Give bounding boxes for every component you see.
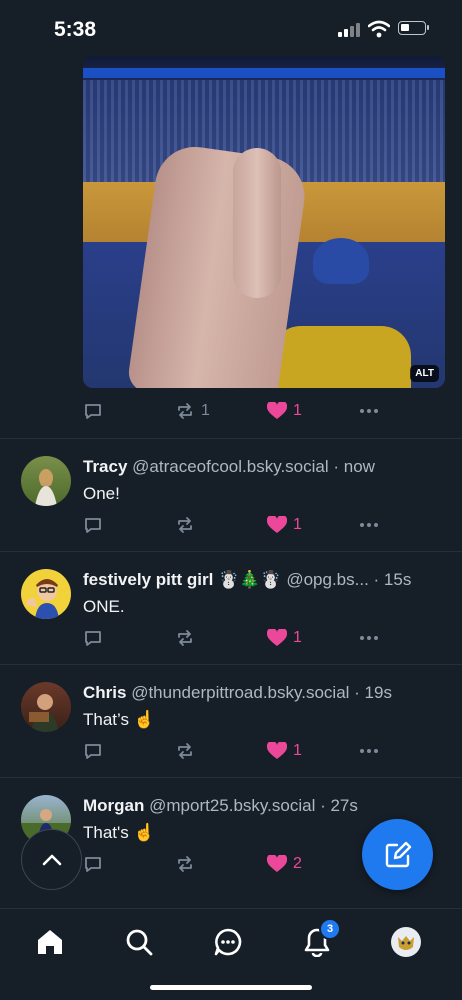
search-icon — [126, 929, 153, 956]
repost-button[interactable] — [175, 513, 195, 537]
avatar[interactable] — [21, 569, 71, 619]
repost-button[interactable] — [175, 626, 195, 650]
heart-icon — [267, 629, 287, 646]
repost-icon — [178, 403, 192, 419]
post-header: Morgan @mport25.bsky.social · 27s — [83, 796, 423, 816]
reply-button[interactable] — [83, 399, 103, 423]
heart-icon — [267, 855, 287, 872]
avatar[interactable] — [21, 682, 71, 732]
nav-home[interactable] — [34, 926, 66, 958]
more-icon — [360, 523, 378, 527]
handle[interactable]: @thunderpittroad.bsky.social — [131, 683, 349, 702]
home-indicator — [150, 985, 312, 990]
more-button[interactable] — [359, 513, 379, 537]
repost-icon — [178, 517, 192, 533]
like-button[interactable]: 1 — [267, 399, 302, 423]
like-button[interactable]: 1 — [267, 513, 302, 537]
post-actions: 1 — [83, 626, 383, 650]
like-count: 1 — [293, 516, 302, 533]
profile-avatar — [391, 927, 421, 957]
reply-button[interactable] — [83, 852, 103, 876]
post-text: One! — [83, 484, 120, 503]
battery-icon — [398, 21, 429, 35]
repost-icon — [178, 630, 192, 646]
repost-button[interactable]: 1 — [175, 399, 210, 423]
post-time: · 15s — [373, 570, 412, 589]
reply-icon — [85, 404, 101, 419]
like-count: 1 — [293, 402, 302, 419]
post-header: festively pitt girl ☃️🎄☃️ @opg.bs... · 1… — [83, 570, 423, 590]
scroll-up-icon — [42, 854, 61, 865]
reply-post[interactable]: Tracy @atraceofcool.bsky.social · now On… — [0, 438, 462, 551]
reply-post[interactable]: festively pitt girl ☃️🎄☃️ @opg.bs... · 1… — [0, 551, 462, 664]
repost-icon — [178, 856, 192, 872]
notifications-badge: 3 — [319, 918, 341, 940]
repost-icon — [178, 743, 192, 759]
reply-icon — [85, 744, 101, 759]
handle[interactable]: @atraceofcool.bsky.social — [132, 457, 328, 476]
reply-post[interactable]: Chris @thunderpittroad.bsky.social · 19s… — [0, 664, 462, 777]
more-icon — [360, 409, 378, 413]
reply-button[interactable] — [83, 626, 103, 650]
like-count: 1 — [293, 742, 302, 759]
scroll-to-top-button[interactable] — [21, 829, 82, 890]
display-name[interactable]: Chris — [83, 683, 126, 702]
post-image[interactable]: ALT — [83, 56, 445, 388]
reply-icon — [85, 631, 101, 646]
more-icon — [360, 636, 378, 640]
display-name[interactable]: Morgan — [83, 796, 144, 815]
compose-icon — [385, 841, 411, 867]
nav-profile[interactable] — [390, 926, 422, 958]
compose-button[interactable] — [362, 819, 433, 890]
signal-icon — [338, 23, 362, 37]
post-time: · 19s — [354, 683, 392, 702]
reply-icon — [85, 857, 101, 872]
heart-icon — [267, 742, 287, 759]
more-button[interactable] — [359, 626, 379, 650]
like-count: 2 — [293, 855, 302, 872]
display-name[interactable]: Tracy — [83, 457, 127, 476]
chat-icon — [214, 928, 242, 956]
more-button[interactable] — [359, 739, 379, 763]
nav-chat[interactable] — [212, 926, 244, 958]
post-text: That's ☝️ — [83, 823, 155, 842]
like-button[interactable]: 2 — [267, 852, 302, 876]
wifi-icon — [368, 20, 390, 38]
repost-button[interactable] — [175, 739, 195, 763]
avatar[interactable] — [21, 456, 71, 506]
post-actions: 1 — [83, 513, 383, 537]
home-icon — [38, 930, 62, 954]
heart-icon — [267, 516, 287, 533]
alt-badge[interactable]: ALT — [410, 365, 439, 382]
status-bar: 5:38 — [0, 0, 462, 56]
post-text: ONE. — [83, 597, 125, 616]
post-actions: 1 — [83, 739, 383, 763]
repost-count: 1 — [201, 402, 210, 419]
like-button[interactable]: 1 — [267, 626, 302, 650]
status-time: 5:38 — [54, 18, 97, 41]
heart-icon — [267, 402, 287, 419]
post-time: · 27s — [320, 796, 358, 815]
post-time: · now — [333, 457, 375, 476]
top-post-actions: 1 1 — [83, 399, 383, 423]
post-actions: 2 — [83, 852, 383, 876]
reply-icon — [85, 518, 101, 533]
more-icon — [360, 749, 378, 753]
reply-button[interactable] — [83, 739, 103, 763]
display-name[interactable]: festively pitt girl ☃️🎄☃️ — [83, 570, 282, 589]
handle[interactable]: @opg.bs... — [286, 570, 368, 589]
post-text: That’s ☝️ — [83, 710, 155, 729]
more-button[interactable] — [359, 399, 379, 423]
like-count: 1 — [293, 629, 302, 646]
handle[interactable]: @mport25.bsky.social — [149, 796, 315, 815]
repost-button[interactable] — [175, 852, 195, 876]
like-button[interactable]: 1 — [267, 739, 302, 763]
post-header: Chris @thunderpittroad.bsky.social · 19s — [83, 683, 423, 703]
nav-search[interactable] — [123, 926, 155, 958]
post-header: Tracy @atraceofcool.bsky.social · now — [83, 457, 423, 477]
reply-button[interactable] — [83, 513, 103, 537]
